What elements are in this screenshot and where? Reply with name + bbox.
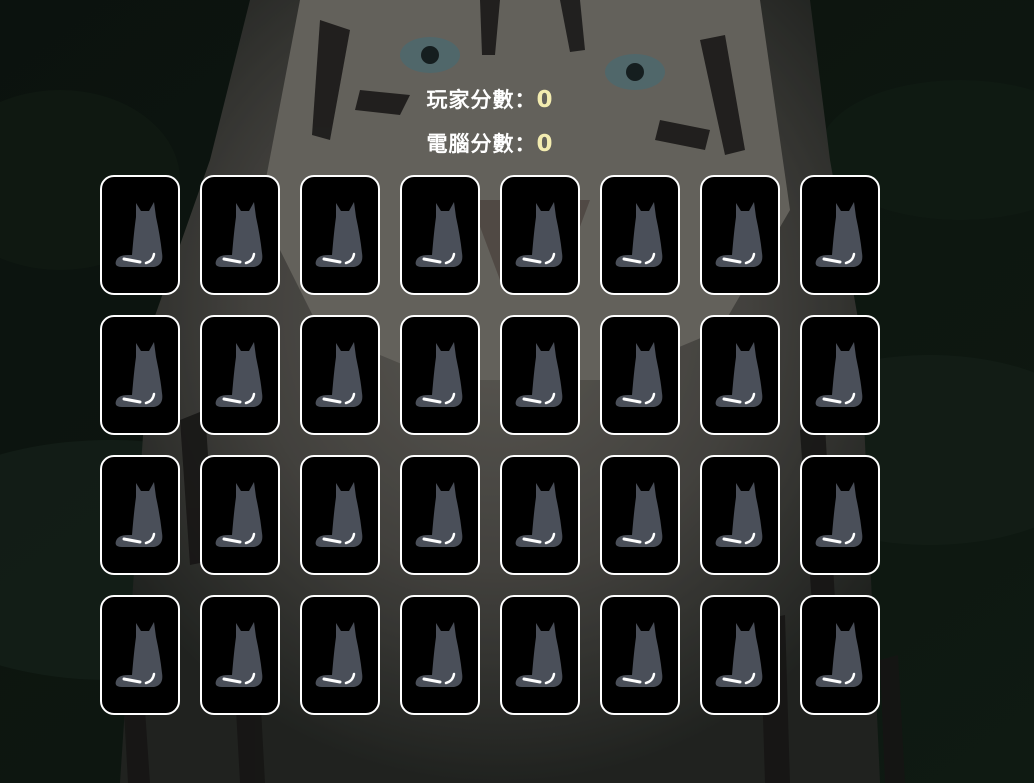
card-face-down[interactable] [100,455,180,575]
card-face-down[interactable] [700,175,780,295]
card-face-down[interactable] [800,455,880,575]
card-face-down[interactable] [400,175,480,295]
card-face-down[interactable] [800,595,880,715]
cat-silhouette-icon [210,337,270,413]
cat-silhouette-icon [410,337,470,413]
card-face-down[interactable] [800,315,880,435]
cat-silhouette-icon [710,197,770,273]
player-score-label: 玩家分數： [426,88,537,112]
card-face-down[interactable] [400,595,480,715]
cat-silhouette-icon [610,197,670,273]
cat-silhouette-icon [510,477,570,553]
card-face-down[interactable] [100,175,180,295]
card-face-down[interactable] [500,595,580,715]
cat-silhouette-icon [410,617,470,693]
card-face-down[interactable] [400,315,480,435]
cat-silhouette-icon [510,337,570,413]
cat-silhouette-icon [210,197,270,273]
card-face-down[interactable] [600,455,680,575]
cat-silhouette-icon [310,477,370,553]
cat-silhouette-icon [110,197,170,273]
card-face-down[interactable] [300,175,380,295]
cat-silhouette-icon [310,617,370,693]
cat-silhouette-icon [810,197,870,273]
card-face-down[interactable] [600,595,680,715]
card-face-down[interactable] [200,175,280,295]
cat-silhouette-icon [210,617,270,693]
scoreboard: 玩家分數：0 電腦分數：0 [0,78,980,166]
cat-silhouette-icon [110,477,170,553]
cat-silhouette-icon [410,477,470,553]
card-face-down[interactable] [500,455,580,575]
card-face-down[interactable] [600,315,680,435]
computer-score-label: 電腦分數： [426,132,537,156]
card-face-down[interactable] [300,595,380,715]
card-face-down[interactable] [100,595,180,715]
cat-silhouette-icon [110,337,170,413]
card-face-down[interactable] [800,175,880,295]
card-face-down[interactable] [500,315,580,435]
card-face-down[interactable] [200,595,280,715]
card-face-down[interactable] [200,315,280,435]
player-score-value: 0 [536,87,554,113]
player-score-line: 玩家分數：0 [0,78,980,122]
cat-silhouette-icon [310,337,370,413]
card-face-down[interactable] [200,455,280,575]
cat-silhouette-icon [510,197,570,273]
cat-silhouette-icon [610,617,670,693]
card-face-down[interactable] [700,595,780,715]
cat-silhouette-icon [610,337,670,413]
card-face-down[interactable] [700,315,780,435]
card-face-down[interactable] [500,175,580,295]
cat-silhouette-icon [710,617,770,693]
cat-silhouette-icon [710,337,770,413]
card-face-down[interactable] [100,315,180,435]
computer-score-value: 0 [536,131,554,157]
cat-silhouette-icon [810,617,870,693]
card-face-down[interactable] [300,455,380,575]
cat-silhouette-icon [810,477,870,553]
card-face-down[interactable] [700,455,780,575]
cat-silhouette-icon [710,477,770,553]
cat-silhouette-icon [810,337,870,413]
cat-silhouette-icon [210,477,270,553]
cat-silhouette-icon [510,617,570,693]
cat-silhouette-icon [410,197,470,273]
card-face-down[interactable] [600,175,680,295]
card-grid [100,175,880,715]
card-face-down[interactable] [400,455,480,575]
cat-silhouette-icon [310,197,370,273]
cat-silhouette-icon [610,477,670,553]
computer-score-line: 電腦分數：0 [0,122,980,166]
cat-silhouette-icon [110,617,170,693]
card-face-down[interactable] [300,315,380,435]
